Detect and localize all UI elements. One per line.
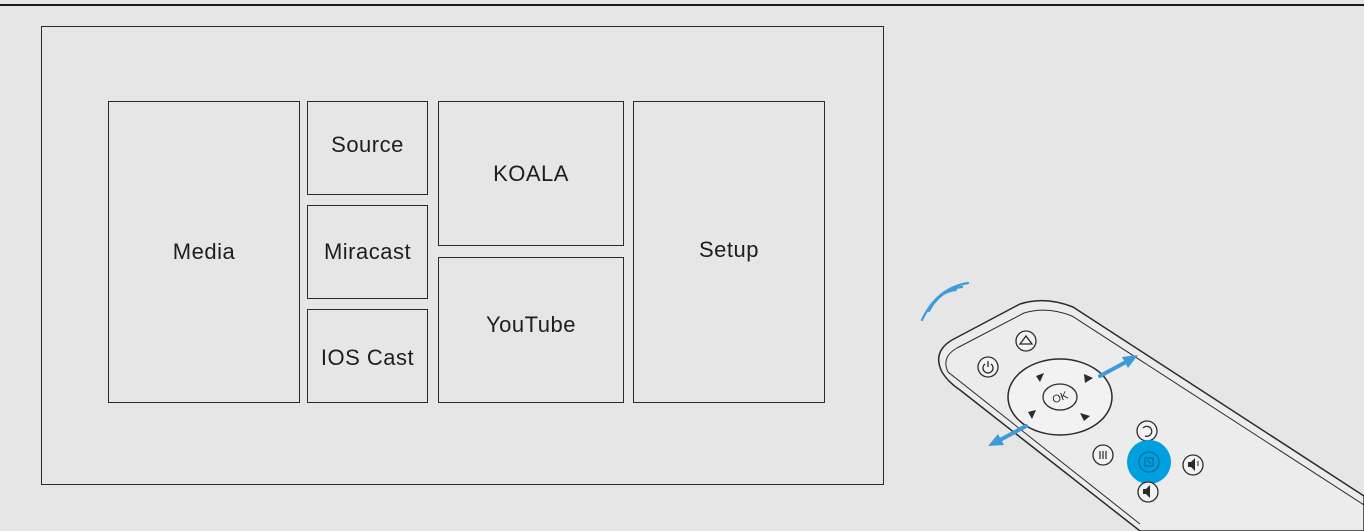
tile-setup[interactable]: Setup xyxy=(633,101,825,403)
remote-control-illustration: OK xyxy=(920,281,1364,531)
tile-youtube-label: YouTube xyxy=(486,312,576,337)
tile-miracast-label: Miracast xyxy=(323,239,412,264)
tile-ios-cast-label: IOS Cast xyxy=(320,345,415,370)
home-button[interactable] xyxy=(1015,330,1037,352)
tile-youtube[interactable]: YouTube xyxy=(438,257,624,403)
mouse-button[interactable] xyxy=(1127,440,1171,484)
tile-media-label: Media xyxy=(172,239,236,264)
menu-button[interactable] xyxy=(1092,444,1114,466)
volume-down-button[interactable] xyxy=(1137,481,1159,503)
tile-ios-cast[interactable]: IOS Cast xyxy=(307,309,428,403)
tile-setup-label: Setup xyxy=(699,237,759,262)
wireless-signal-icon xyxy=(920,281,970,322)
power-button[interactable] xyxy=(977,356,999,378)
tile-koala[interactable]: KOALA xyxy=(438,101,624,246)
tile-source[interactable]: Source xyxy=(307,101,428,195)
top-rule xyxy=(0,4,1364,6)
tile-source-label: Source xyxy=(331,132,404,157)
ok-button[interactable]: OK xyxy=(1042,383,1078,411)
tile-media[interactable]: Media xyxy=(108,101,300,403)
volume-up-button[interactable] xyxy=(1182,454,1204,476)
back-button[interactable] xyxy=(1136,420,1158,442)
tile-miracast[interactable]: Miracast xyxy=(307,205,428,299)
tile-koala-label: KOALA xyxy=(493,160,569,186)
